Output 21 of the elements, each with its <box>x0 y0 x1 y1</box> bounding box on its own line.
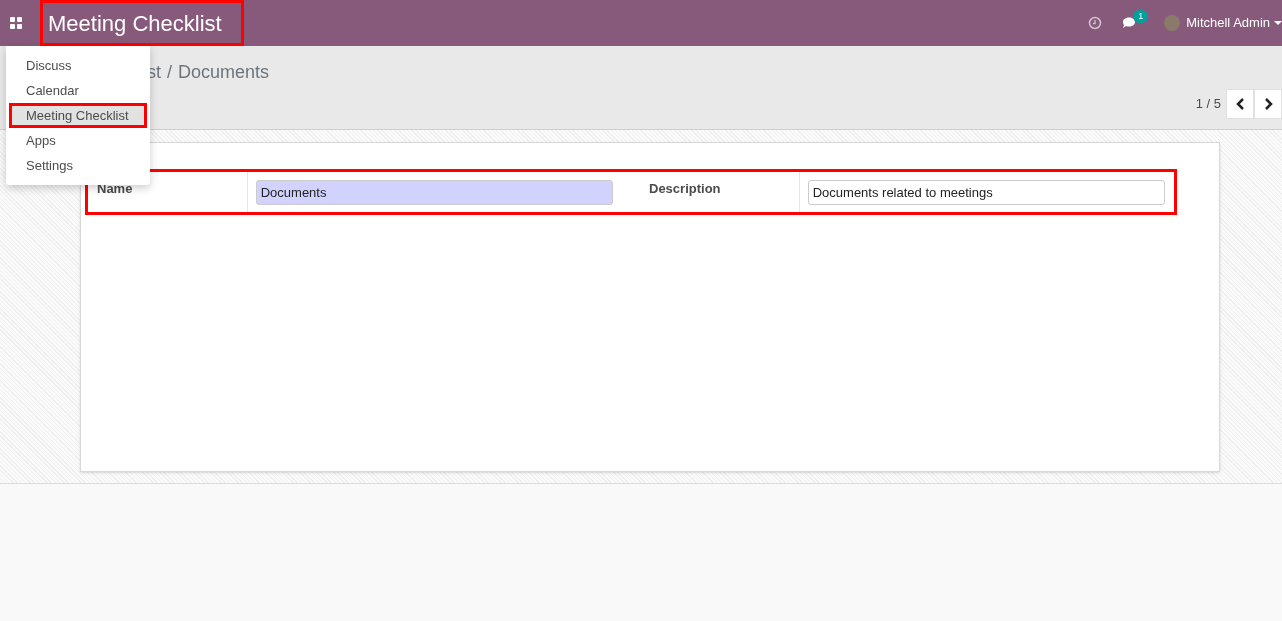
description-field[interactable]: Documents related to meetings <box>807 179 1165 205</box>
message-count-badge: 1 <box>1133 9 1149 23</box>
pager-value: 1 / 5 <box>1195 95 1221 114</box>
user-menu[interactable]: Mitchell Admin <box>1186 13 1270 33</box>
next-button[interactable] <box>1254 89 1282 119</box>
menu-item[interactable]: Meeting Checklist <box>9 103 147 128</box>
menu-item[interactable]: Calendar <box>9 78 147 103</box>
name-field[interactable]: Documents <box>255 179 613 205</box>
menu-item[interactable]: Apps <box>9 128 147 153</box>
chevron-left-icon <box>1235 98 1245 110</box>
field-label: Description <box>649 169 800 215</box>
app-title[interactable]: Meeting Checklist <box>40 0 244 46</box>
avatar-icon <box>1164 15 1181 31</box>
clock-icon[interactable] <box>1088 16 1103 30</box>
chevron-right-icon <box>1263 98 1273 110</box>
apps-menu-icon[interactable] <box>10 17 22 29</box>
menu-item[interactable]: Discuss <box>9 53 147 78</box>
caret-icon <box>1274 20 1282 26</box>
breadcrumb-current: Documents <box>178 61 270 84</box>
breadcrumb-separator: / <box>167 61 173 84</box>
previous-button[interactable] <box>1226 89 1254 119</box>
